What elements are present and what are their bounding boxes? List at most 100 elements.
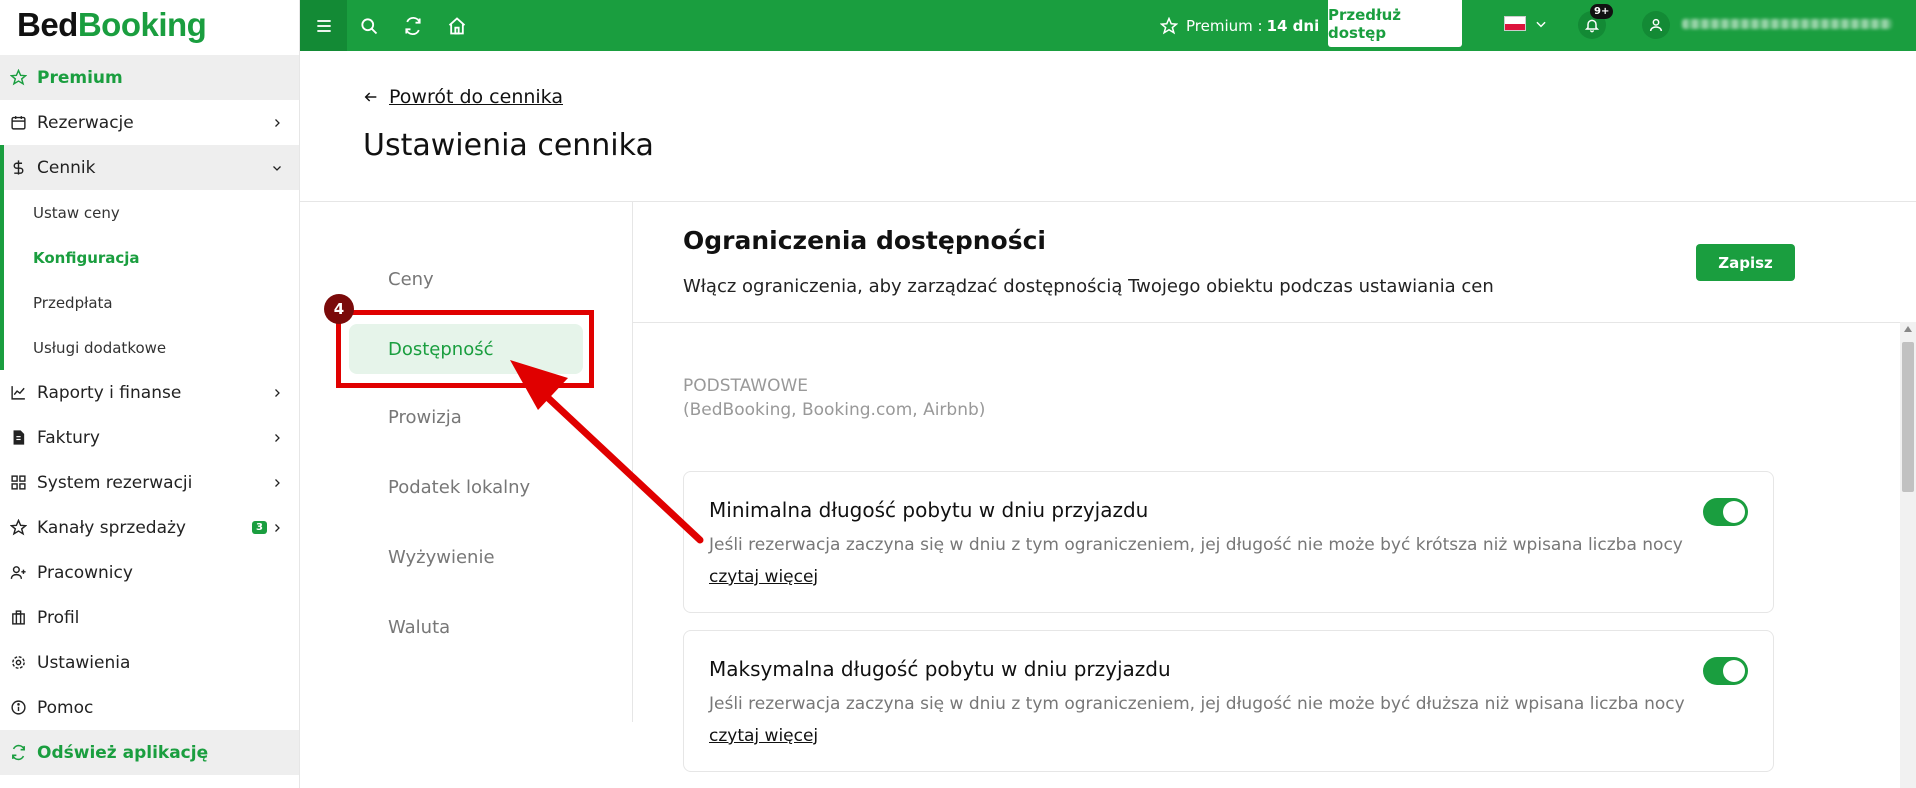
building-icon [10,609,27,626]
back-link-label: Powrót do cennika [389,86,563,108]
sidebar-item-label: System rezerwacji [37,472,193,493]
group-label-subtitle: (BedBooking, Booking.com, Airbnb) [683,400,986,420]
chevron-right-icon [275,118,280,127]
menu-toggle-button[interactable] [300,0,347,51]
topbar: Premium : 14 dni Przedłuż dostęp 9+ [300,0,1916,51]
sales-channels-badge: 3 [252,521,267,534]
arrow-left-icon [364,92,377,102]
max-stay-toggle[interactable] [1703,657,1748,685]
premium-label: Premium : [1186,16,1263,35]
submenu-item-extra-services[interactable]: Usługi dodatkowe [0,325,299,370]
sidebar-item-label: Premium [37,67,123,88]
section-title: Ograniczenia dostępności [683,226,1046,255]
star-outline-icon [10,519,27,536]
bell-icon [1584,19,1600,33]
read-more-link[interactable]: czytaj więcej [709,567,818,587]
save-button[interactable]: Zapisz [1696,244,1795,281]
user-name-redacted[interactable] [1682,19,1892,29]
sidebar-item-reports[interactable]: Raporty i finanse [0,370,299,415]
calendar-icon [10,114,27,131]
sidebar-item-label: Profil [37,607,80,628]
sidebar-item-reservations[interactable]: Rezerwacje [0,100,299,145]
logo-text-booking: Booking [77,6,207,43]
chart-line-icon [10,384,27,401]
user-avatar[interactable] [1642,11,1670,39]
sidebar-item-label: Cennik [37,157,96,178]
refresh-icon [405,16,421,35]
annotation-highlight-box [336,310,594,388]
min-stay-toggle[interactable] [1703,498,1748,526]
sidebar-item-label: Kanały sprzedaży [37,517,186,538]
user-icon [1649,18,1663,32]
card-description: Jeśli rezerwacja zaczyna się w dniu z ty… [709,535,1683,555]
read-more-link[interactable]: czytaj więcej [709,726,818,746]
submenu-item-set-prices[interactable]: Ustaw ceny [0,190,299,235]
hamburger-icon [316,19,331,32]
search-button[interactable] [347,0,391,51]
sidebar-item-label: Pomoc [37,697,94,718]
info-icon [10,699,27,716]
card-title: Minimalna długość pobytu w dniu przyjazd… [709,498,1149,522]
tab-meals[interactable]: Wyżywienie [349,532,583,582]
extend-access-button[interactable]: Przedłuż dostęp [1328,0,1462,47]
tab-local-tax[interactable]: Podatek lokalny [349,462,583,512]
chevron-down-icon[interactable] [1534,17,1548,31]
sidebar-item-label: Raporty i finanse [37,382,182,403]
sidebar-item-sales-channels[interactable]: Kanały sprzedaży 3 [0,505,299,550]
sidebar-item-label: Rezerwacje [37,112,134,133]
search-icon [361,17,378,34]
sidebar-item-premium[interactable]: Premium [0,55,299,100]
premium-status[interactable]: Premium : 14 dni [1160,0,1319,51]
sidebar-item-label: Odśwież aplikację [37,742,209,763]
back-to-pricing-link[interactable]: Powrót do cennika [363,86,563,108]
chevron-right-icon [275,388,280,397]
sidebar-item-employees[interactable]: Pracownicy [0,550,299,595]
sidebar-item-settings[interactable]: Ustawienia [0,640,299,685]
sidebar-item-label: Pracownicy [37,562,133,583]
tab-prices[interactable]: Ceny [349,254,583,304]
restriction-card-max-stay: Maksymalna długość pobytu w dniu przyjaz… [683,630,1774,772]
page-title: Ustawienia cennika [363,128,654,163]
refresh-button[interactable] [391,0,435,51]
brand-logo[interactable]: Bed Booking [0,0,299,50]
sidebar-item-label: Ustawienia [37,652,131,673]
scroll-up-arrow-icon[interactable] [1904,326,1912,332]
grid-icon [10,474,27,491]
premium-days: 14 dni [1266,16,1320,35]
sidebar-item-booking-system[interactable]: System rezerwacji [0,460,299,505]
dollar-icon [10,159,27,176]
card-title: Maksymalna długość pobytu w dniu przyjaz… [709,657,1171,681]
sidebar-item-invoices[interactable]: Faktury [0,415,299,460]
sidebar: Bed Booking Premium Rezerwacje Cennik Ust… [0,0,300,788]
tab-commission[interactable]: Prowizja [349,392,583,442]
group-label-title: PODSTAWOWE [683,376,809,396]
home-button[interactable] [435,0,479,51]
sidebar-item-profile[interactable]: Profil [0,595,299,640]
annotation-step-badge: 4 [324,294,354,324]
submenu-item-configuration[interactable]: Konfiguracja [0,235,299,280]
refresh-icon [10,744,27,761]
pricing-submenu: Ustaw ceny Konfiguracja Przedpłata Usług… [0,190,299,370]
scrollbar[interactable] [1900,322,1916,788]
scroll-thumb[interactable] [1902,342,1914,492]
main-divider [633,322,1916,323]
card-description: Jeśli rezerwacja zaczyna się w dniu z ty… [709,694,1685,714]
group-label: PODSTAWOWE (BedBooking, Booking.com, Air… [683,374,985,422]
chevron-right-icon [275,523,280,532]
notifications-badge: 9+ [1590,4,1614,19]
gear-icon [10,654,27,671]
home-icon [448,16,466,34]
sidebar-item-pricing[interactable]: Cennik [0,145,299,190]
star-icon [10,69,27,86]
submenu-item-prepayment[interactable]: Przedpłata [0,280,299,325]
invoice-icon [10,429,27,446]
sidebar-item-help[interactable]: Pomoc [0,685,299,730]
sidebar-item-label: Faktury [37,427,100,448]
sidebar-item-refresh-app[interactable]: Odśwież aplikację [0,730,299,775]
chevron-right-icon [275,433,280,442]
restriction-card-min-stay: Minimalna długość pobytu w dniu przyjazd… [683,471,1774,613]
language-flag-icon[interactable] [1504,16,1526,31]
star-outline-icon [1160,16,1178,34]
settings-tabs: Ceny Dostępność Prowizja Podatek lokalny… [300,202,633,722]
tab-currency[interactable]: Waluta [349,602,583,652]
